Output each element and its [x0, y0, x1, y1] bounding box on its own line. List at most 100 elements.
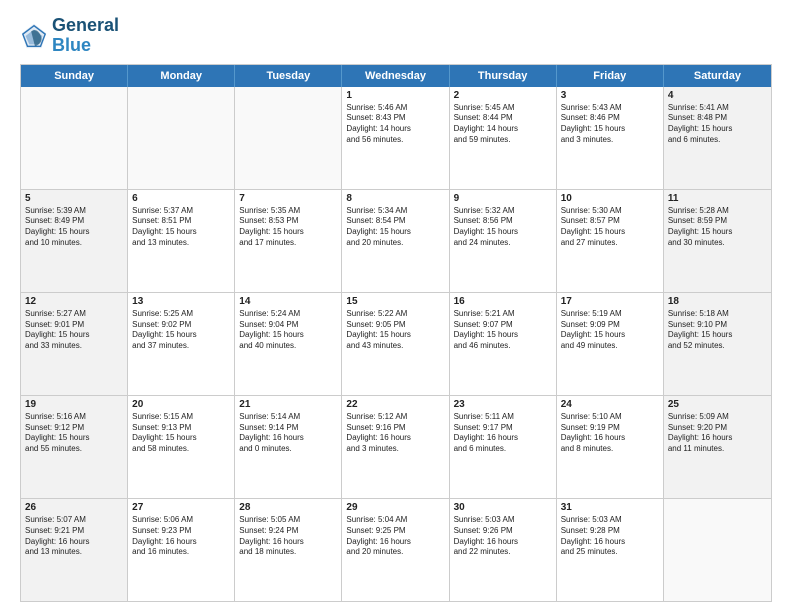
day-number: 8	[346, 193, 444, 204]
day-cell-5: 5Sunrise: 5:39 AM Sunset: 8:49 PM Daylig…	[21, 190, 128, 292]
header-day-sunday: Sunday	[21, 65, 128, 87]
day-info: Sunrise: 5:21 AM Sunset: 9:07 PM Dayligh…	[454, 309, 552, 352]
day-cell-17: 17Sunrise: 5:19 AM Sunset: 9:09 PM Dayli…	[557, 293, 664, 395]
empty-cell	[235, 87, 342, 189]
calendar-row-0: 1 Sunrise: 5:46 AM Sunset: 8:43 PM Daylig…	[21, 87, 771, 189]
calendar-row-1: 5Sunrise: 5:39 AM Sunset: 8:49 PM Daylig…	[21, 189, 771, 292]
day-number: 7	[239, 193, 337, 204]
header: General Blue	[20, 16, 772, 56]
day-info: Sunrise: 5:32 AM Sunset: 8:56 PM Dayligh…	[454, 206, 552, 249]
day-info: Sunrise: 5:18 AM Sunset: 9:10 PM Dayligh…	[668, 309, 767, 352]
calendar-body: 1 Sunrise: 5:46 AM Sunset: 8:43 PM Daylig…	[21, 87, 771, 601]
day-number: 28	[239, 502, 337, 513]
day-info: Sunrise: 5:22 AM Sunset: 9:05 PM Dayligh…	[346, 309, 444, 352]
day-number: 12	[25, 296, 123, 307]
empty-cell	[21, 87, 128, 189]
day-info: Sunrise: 5:35 AM Sunset: 8:53 PM Dayligh…	[239, 206, 337, 249]
day-info: Sunrise: 5:16 AM Sunset: 9:12 PM Dayligh…	[25, 412, 123, 455]
day-cell-2: 2Sunrise: 5:45 AM Sunset: 8:44 PM Daylig…	[450, 87, 557, 189]
day-cell-11: 11 Sunrise: 5:28 AM Sunset: 8:59 PM Dayli…	[664, 190, 771, 292]
day-info: Sunrise: 5:03 AM Sunset: 9:28 PM Dayligh…	[561, 515, 659, 558]
day-cell-27: 27 Sunrise: 5:06 AM Sunset: 9:23 PM Dayli…	[128, 499, 235, 601]
header-day-thursday: Thursday	[450, 65, 557, 87]
day-info: Sunrise: 5:43 AM Sunset: 8:46 PM Dayligh…	[561, 103, 659, 146]
day-cell-18: 18 Sunrise: 5:18 AM Sunset: 9:10 PM Dayli…	[664, 293, 771, 395]
day-info: Sunrise: 5:37 AM Sunset: 8:51 PM Dayligh…	[132, 206, 230, 249]
day-cell-25: 25 Sunrise: 5:09 AM Sunset: 9:20 PM Dayli…	[664, 396, 771, 498]
day-cell-6: 6 Sunrise: 5:37 AM Sunset: 8:51 PM Daylig…	[128, 190, 235, 292]
day-number: 14	[239, 296, 337, 307]
day-info: Sunrise: 5:25 AM Sunset: 9:02 PM Dayligh…	[132, 309, 230, 352]
day-info: Sunrise: 5:30 AM Sunset: 8:57 PM Dayligh…	[561, 206, 659, 249]
day-cell-7: 7 Sunrise: 5:35 AM Sunset: 8:53 PM Daylig…	[235, 190, 342, 292]
day-info: Sunrise: 5:15 AM Sunset: 9:13 PM Dayligh…	[132, 412, 230, 455]
day-number: 22	[346, 399, 444, 410]
day-info: Sunrise: 5:34 AM Sunset: 8:54 PM Dayligh…	[346, 206, 444, 249]
day-cell-31: 31 Sunrise: 5:03 AM Sunset: 9:28 PM Dayli…	[557, 499, 664, 601]
header-day-wednesday: Wednesday	[342, 65, 449, 87]
empty-cell	[664, 499, 771, 601]
logo-icon	[20, 22, 48, 50]
day-info: Sunrise: 5:06 AM Sunset: 9:23 PM Dayligh…	[132, 515, 230, 558]
day-number: 19	[25, 399, 123, 410]
day-cell-3: 3 Sunrise: 5:43 AM Sunset: 8:46 PM Daylig…	[557, 87, 664, 189]
day-info: Sunrise: 5:39 AM Sunset: 8:49 PM Dayligh…	[25, 206, 123, 249]
day-cell-12: 12 Sunrise: 5:27 AM Sunset: 9:01 PM Dayli…	[21, 293, 128, 395]
day-cell-26: 26 Sunrise: 5:07 AM Sunset: 9:21 PM Dayli…	[21, 499, 128, 601]
day-number: 27	[132, 502, 230, 513]
header-day-monday: Monday	[128, 65, 235, 87]
day-info: Sunrise: 5:03 AM Sunset: 9:26 PM Dayligh…	[454, 515, 552, 558]
day-number: 10	[561, 193, 659, 204]
page: General Blue SundayMondayTuesdayWednesda…	[0, 0, 792, 612]
day-number: 11	[668, 193, 767, 204]
day-number: 13	[132, 296, 230, 307]
day-number: 20	[132, 399, 230, 410]
day-number: 15	[346, 296, 444, 307]
day-info: Sunrise: 5:09 AM Sunset: 9:20 PM Dayligh…	[668, 412, 767, 455]
calendar-row-3: 19 Sunrise: 5:16 AM Sunset: 9:12 PM Dayli…	[21, 395, 771, 498]
day-number: 25	[668, 399, 767, 410]
day-info: Sunrise: 5:05 AM Sunset: 9:24 PM Dayligh…	[239, 515, 337, 558]
day-number: 1	[346, 90, 444, 101]
day-cell-9: 9 Sunrise: 5:32 AM Sunset: 8:56 PM Daylig…	[450, 190, 557, 292]
calendar-row-4: 26 Sunrise: 5:07 AM Sunset: 9:21 PM Dayli…	[21, 498, 771, 601]
day-info: Sunrise: 5:28 AM Sunset: 8:59 PM Dayligh…	[668, 206, 767, 249]
header-day-tuesday: Tuesday	[235, 65, 342, 87]
day-number: 21	[239, 399, 337, 410]
header-day-saturday: Saturday	[664, 65, 771, 87]
calendar: SundayMondayTuesdayWednesdayThursdayFrid…	[20, 64, 772, 602]
day-cell-8: 8 Sunrise: 5:34 AM Sunset: 8:54 PM Daylig…	[342, 190, 449, 292]
day-number: 29	[346, 502, 444, 513]
day-number: 4	[668, 90, 767, 101]
day-number: 24	[561, 399, 659, 410]
day-number: 23	[454, 399, 552, 410]
day-number: 17	[561, 296, 659, 307]
day-cell-14: 14 Sunrise: 5:24 AM Sunset: 9:04 PM Dayli…	[235, 293, 342, 395]
day-number: 6	[132, 193, 230, 204]
empty-cell	[128, 87, 235, 189]
day-info: Sunrise: 5:10 AM Sunset: 9:19 PM Dayligh…	[561, 412, 659, 455]
day-info: Sunrise: 5:11 AM Sunset: 9:17 PM Dayligh…	[454, 412, 552, 455]
day-cell-28: 28 Sunrise: 5:05 AM Sunset: 9:24 PM Dayli…	[235, 499, 342, 601]
day-number: 31	[561, 502, 659, 513]
header-day-friday: Friday	[557, 65, 664, 87]
day-info: Sunrise: 5:07 AM Sunset: 9:21 PM Dayligh…	[25, 515, 123, 558]
day-info: Sunrise: 5:46 AM Sunset: 8:43 PM Dayligh…	[346, 103, 444, 146]
day-info: Sunrise: 5:12 AM Sunset: 9:16 PM Dayligh…	[346, 412, 444, 455]
calendar-row-2: 12 Sunrise: 5:27 AM Sunset: 9:01 PM Dayli…	[21, 292, 771, 395]
day-cell-23: 23 Sunrise: 5:11 AM Sunset: 9:17 PM Dayli…	[450, 396, 557, 498]
day-cell-21: 21 Sunrise: 5:14 AM Sunset: 9:14 PM Dayli…	[235, 396, 342, 498]
day-cell-16: 16Sunrise: 5:21 AM Sunset: 9:07 PM Dayli…	[450, 293, 557, 395]
day-cell-24: 24 Sunrise: 5:10 AM Sunset: 9:19 PM Dayli…	[557, 396, 664, 498]
day-number: 3	[561, 90, 659, 101]
day-cell-1: 1 Sunrise: 5:46 AM Sunset: 8:43 PM Daylig…	[342, 87, 449, 189]
day-cell-15: 15 Sunrise: 5:22 AM Sunset: 9:05 PM Dayli…	[342, 293, 449, 395]
day-info: Sunrise: 5:24 AM Sunset: 9:04 PM Dayligh…	[239, 309, 337, 352]
day-number: 2	[454, 90, 552, 101]
day-cell-13: 13 Sunrise: 5:25 AM Sunset: 9:02 PM Dayli…	[128, 293, 235, 395]
day-number: 26	[25, 502, 123, 513]
day-number: 18	[668, 296, 767, 307]
day-number: 9	[454, 193, 552, 204]
day-info: Sunrise: 5:27 AM Sunset: 9:01 PM Dayligh…	[25, 309, 123, 352]
day-info: Sunrise: 5:14 AM Sunset: 9:14 PM Dayligh…	[239, 412, 337, 455]
